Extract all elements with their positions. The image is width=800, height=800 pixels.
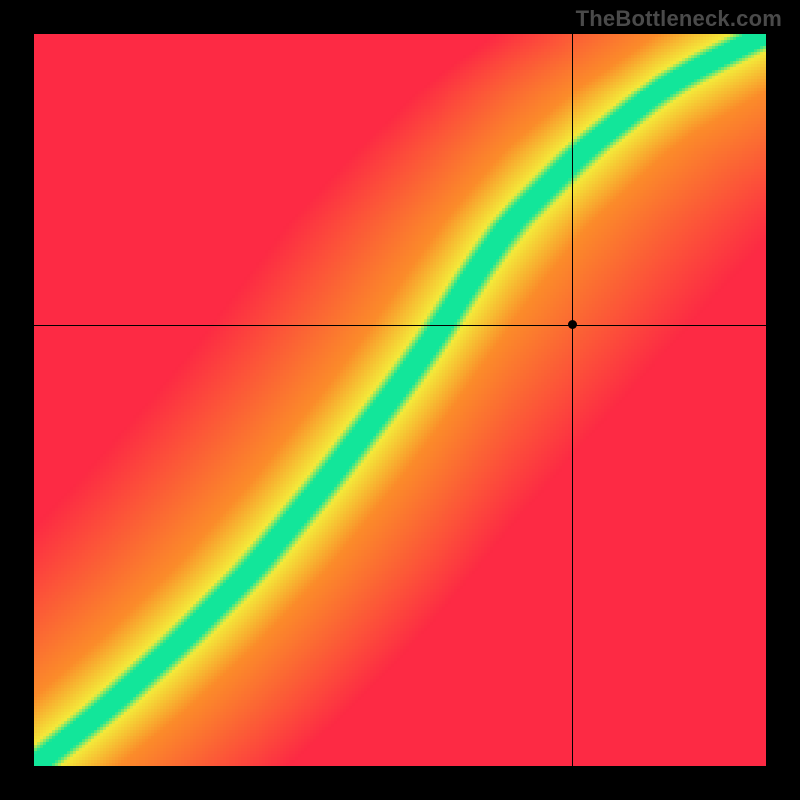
crosshair-vertical: [572, 34, 573, 766]
chart-frame: TheBottleneck.com: [0, 0, 800, 800]
watermark-text: TheBottleneck.com: [576, 6, 782, 32]
crosshair-horizontal: [34, 325, 766, 326]
plot-area: [34, 34, 766, 766]
marker-point: [568, 320, 577, 329]
heatmap-canvas: [34, 34, 766, 766]
